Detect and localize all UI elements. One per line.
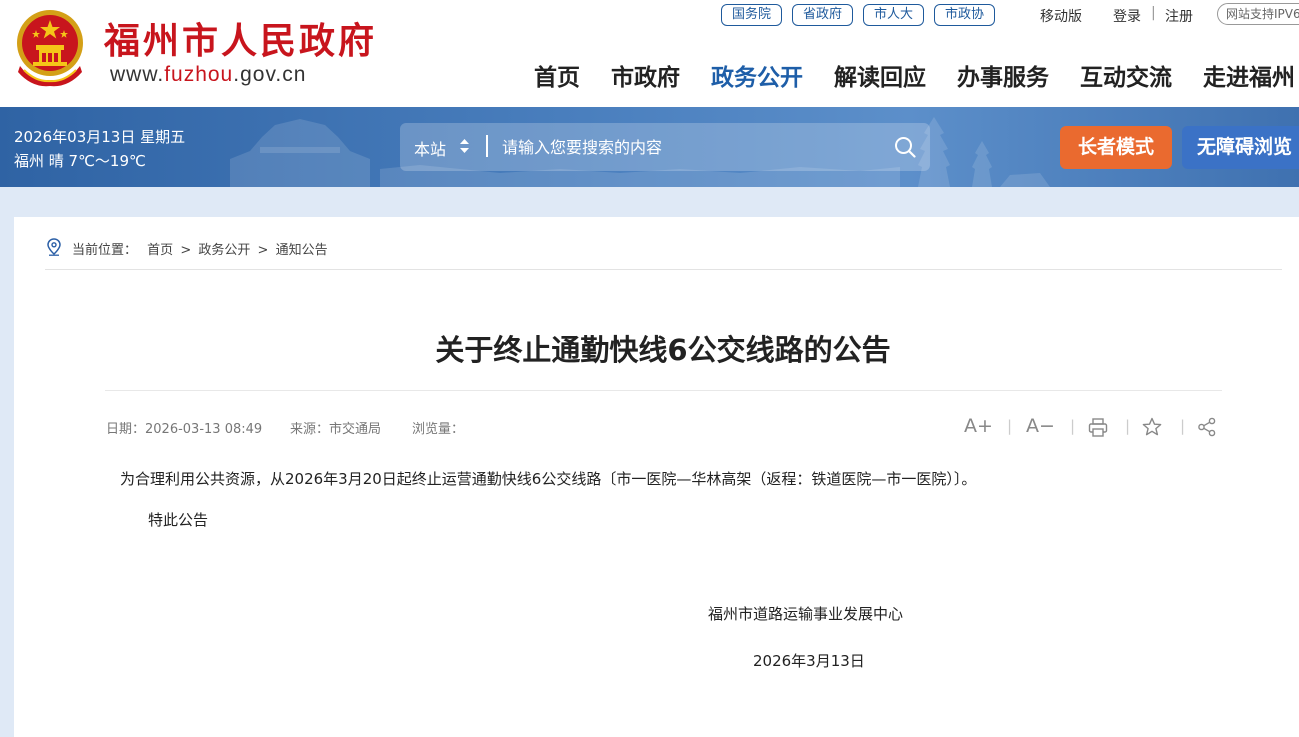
search-banner: 2026年03月13日 星期五 福州 晴 7℃～19℃ 本站 长者模式 无障碍浏… bbox=[0, 107, 1299, 187]
site-url-highlight: fuzhou bbox=[164, 63, 234, 86]
article-panel: 当前位置： 首页 > 政务公开 > 通知公告 关于终止通勤快线6公交线路的公告 … bbox=[14, 217, 1299, 737]
tool-separator: | bbox=[1070, 417, 1076, 435]
signature-date: 2026年3月13日 bbox=[753, 652, 865, 670]
login-divider: | bbox=[1151, 5, 1156, 21]
quick-link-npc[interactable]: 市人大 bbox=[863, 4, 925, 26]
article-title: 关于终止通勤快线6公交线路的公告 bbox=[435, 333, 891, 367]
article-body: 为合理利用公共资源，从2026年3月20日起终止运营通勤快线6公交线路〔市一医院… bbox=[120, 470, 977, 488]
title-divider bbox=[105, 390, 1222, 391]
article-source: 来源：市交通局 bbox=[290, 418, 381, 437]
weather-info: 福州 晴 7℃～19℃ bbox=[14, 152, 146, 170]
search-box: 本站 bbox=[400, 123, 930, 171]
breadcrumb-separator: > bbox=[257, 243, 269, 258]
site-url: www.fuzhou.gov.cn bbox=[110, 63, 306, 87]
current-date: 2026年03月13日 星期五 bbox=[14, 128, 186, 146]
nav-about-fuzhou[interactable]: 走进福州 bbox=[1203, 58, 1295, 92]
search-scope-select[interactable]: 本站 bbox=[414, 136, 446, 160]
source-value: 市交通局 bbox=[329, 422, 382, 437]
article-views: 浏览量： bbox=[412, 418, 464, 437]
tool-separator: | bbox=[1125, 417, 1131, 435]
quick-link-province[interactable]: 省政府 bbox=[792, 4, 854, 26]
breadcrumb-separator: > bbox=[180, 243, 192, 258]
nav-government-affairs[interactable]: 政务公开 bbox=[711, 58, 803, 92]
breadcrumb-government-affairs[interactable]: 政务公开 bbox=[198, 243, 250, 258]
breadcrumb-home[interactable]: 首页 bbox=[147, 243, 173, 258]
breadcrumb: 当前位置： 首页 > 政务公开 > 通知公告 bbox=[72, 239, 328, 258]
main-nav: 首页 市政府 政务公开 解读回应 办事服务 互动交流 走进福州 bbox=[534, 58, 1299, 92]
nav-city-government[interactable]: 市政府 bbox=[611, 58, 680, 92]
mobile-version-link[interactable]: 移动版 bbox=[1040, 6, 1082, 26]
tool-separator: | bbox=[1180, 417, 1186, 435]
elder-mode-button[interactable]: 长者模式 bbox=[1060, 126, 1172, 169]
font-decrease-button[interactable]: A− bbox=[1026, 415, 1055, 437]
tool-separator: | bbox=[1007, 417, 1013, 435]
site-name[interactable]: 福州市人民政府 bbox=[104, 12, 377, 64]
signature-organization: 福州市道路运输事业发展中心 bbox=[708, 605, 904, 623]
article-closing: 特此公告 bbox=[148, 511, 209, 529]
nav-services[interactable]: 办事服务 bbox=[957, 58, 1049, 92]
breadcrumb-prefix: 当前位置： bbox=[72, 243, 138, 258]
site-url-suffix: .gov.cn bbox=[233, 63, 307, 86]
sort-arrows-icon[interactable] bbox=[460, 139, 469, 153]
nav-interaction[interactable]: 互动交流 bbox=[1080, 58, 1172, 92]
date-value: 2026-03-13 08:49 bbox=[145, 422, 263, 437]
article-date: 日期：2026-03-13 08:49 bbox=[106, 418, 262, 437]
login-link[interactable]: 登录 bbox=[1113, 6, 1141, 26]
share-icon[interactable] bbox=[1197, 417, 1217, 437]
search-divider bbox=[486, 135, 488, 157]
breadcrumb-divider bbox=[45, 269, 1282, 270]
source-label: 来源： bbox=[290, 422, 330, 437]
nav-home[interactable]: 首页 bbox=[534, 58, 580, 92]
breadcrumb-notices[interactable]: 通知公告 bbox=[276, 243, 328, 258]
quick-link-cppcc[interactable]: 市政协 bbox=[934, 4, 996, 26]
national-emblem-icon[interactable] bbox=[12, 6, 88, 88]
star-favorite-icon[interactable] bbox=[1142, 417, 1162, 437]
date-label: 日期： bbox=[106, 422, 146, 437]
print-icon[interactable] bbox=[1088, 418, 1108, 437]
quick-links: 国务院 省政府 市人大 市政协 bbox=[721, 4, 1005, 26]
nav-interpretation[interactable]: 解读回应 bbox=[834, 58, 926, 92]
search-icon[interactable] bbox=[894, 136, 916, 158]
font-increase-button[interactable]: A+ bbox=[964, 415, 993, 437]
site-header: 福州市人民政府 www.fuzhou.gov.cn 国务院 省政府 市人大 市政… bbox=[0, 0, 1299, 107]
views-label: 浏览量： bbox=[412, 422, 465, 437]
ipv6-badge: 网站支持IPV6 bbox=[1217, 3, 1299, 25]
accessibility-button[interactable]: 无障碍浏览 bbox=[1182, 126, 1299, 169]
site-url-prefix: www. bbox=[110, 63, 165, 86]
search-input[interactable] bbox=[502, 133, 882, 161]
quick-link-state-council[interactable]: 国务院 bbox=[721, 4, 783, 26]
register-link[interactable]: 注册 bbox=[1165, 6, 1193, 26]
location-pin-icon bbox=[47, 238, 61, 256]
